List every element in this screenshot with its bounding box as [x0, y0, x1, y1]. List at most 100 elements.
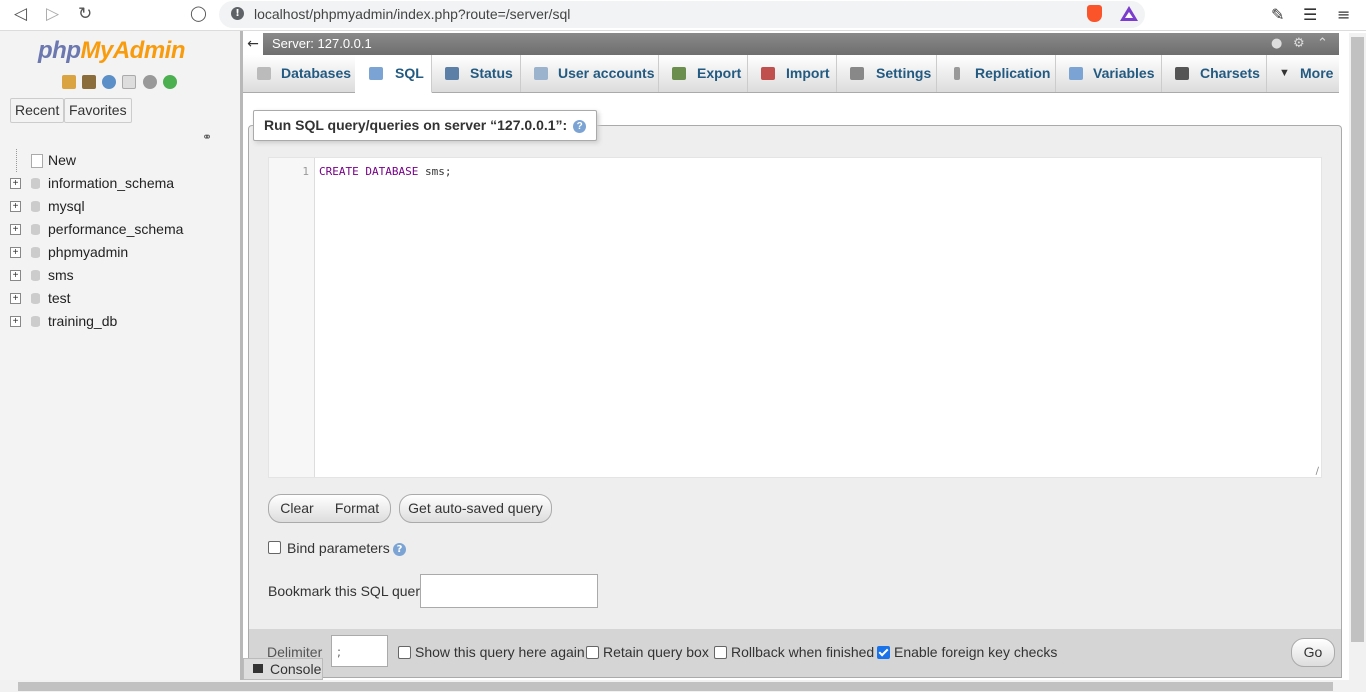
tab-import[interactable]: Import: [747, 55, 837, 92]
show-query-label[interactable]: Show this query here again: [415, 644, 585, 660]
recent-button[interactable]: Recent: [10, 98, 65, 123]
retain-box-label[interactable]: Retain query box: [603, 644, 709, 660]
home-icon[interactable]: [62, 74, 76, 89]
rollback-checkbox[interactable]: [714, 646, 727, 659]
show-query-checkbox[interactable]: [398, 646, 411, 659]
expand-icon[interactable]: +: [10, 247, 21, 258]
rollback-label[interactable]: Rollback when finished: [731, 644, 874, 660]
tree-item-label[interactable]: information_schema: [48, 172, 174, 195]
bind-parameters-checkbox[interactable]: [268, 541, 281, 554]
delimiter-input[interactable]: ;: [331, 635, 388, 667]
tab-more[interactable]: ▼ More: [1266, 55, 1339, 92]
charsets-icon: [1175, 67, 1189, 80]
console-toggle[interactable]: Console: [243, 658, 323, 680]
tab-charsets[interactable]: Charsets: [1161, 55, 1267, 92]
settings-gear-icon[interactable]: [142, 74, 157, 89]
help-icon[interactable]: [102, 74, 117, 89]
media-icon[interactable]: ☰: [1303, 5, 1317, 24]
tab-replication[interactable]: Replication: [936, 55, 1056, 92]
database-icon: [31, 270, 40, 281]
tree-item-label[interactable]: sms: [48, 264, 74, 287]
tree-item-label[interactable]: training_db: [48, 310, 117, 333]
bookmark-icon[interactable]: ◯: [190, 4, 207, 22]
back-icon[interactable]: ◁: [14, 4, 27, 24]
query-legend: Run SQL query/queries on server “127.0.0…: [253, 110, 598, 141]
tab-user-accounts[interactable]: User accounts: [520, 55, 659, 92]
tree-item-db[interactable]: + sms: [8, 264, 238, 287]
brave-rewards-icon[interactable]: [1120, 6, 1138, 21]
sql-editor[interactable]: 1 CREATE DATABASE sms; ∕: [268, 157, 1322, 478]
tree-item-db[interactable]: + phpmyadmin: [8, 241, 238, 264]
go-button[interactable]: Go: [1291, 638, 1335, 667]
scrollbar-thumb[interactable]: [1351, 37, 1364, 642]
sql-code[interactable]: CREATE DATABASE sms;: [319, 165, 451, 178]
forward-icon[interactable]: ▷: [46, 4, 59, 24]
tab-sql[interactable]: SQL: [355, 55, 432, 93]
tab-label: Charsets: [1200, 65, 1260, 81]
tree-item-db[interactable]: + training_db: [8, 310, 238, 333]
sql-keyword: DATABASE: [365, 165, 419, 178]
tab-export[interactable]: Export: [658, 55, 748, 92]
phpmyadmin-logo[interactable]: phpMyAdmin: [38, 37, 185, 65]
logout-icon[interactable]: [82, 74, 97, 89]
clear-button[interactable]: Clear: [268, 494, 326, 523]
tab-databases[interactable]: Databases: [243, 55, 356, 92]
help-icon[interactable]: ?: [393, 543, 406, 556]
nav-resizer[interactable]: [240, 31, 243, 680]
reload-icon[interactable]: ↻: [78, 4, 92, 24]
expand-icon[interactable]: +: [10, 224, 21, 235]
tree-item-db[interactable]: + performance_schema: [8, 218, 238, 241]
format-button[interactable]: Format: [324, 494, 391, 523]
tree-item-label[interactable]: New: [48, 149, 76, 172]
foreign-key-label[interactable]: Enable foreign key checks: [894, 644, 1057, 660]
scrollbar-thumb[interactable]: [18, 682, 1333, 691]
get-autosaved-query-button[interactable]: Get auto-saved query: [399, 494, 552, 523]
expand-icon[interactable]: +: [10, 270, 21, 281]
tab-status[interactable]: Status: [431, 55, 521, 92]
bookmark-input[interactable]: [420, 574, 598, 608]
brave-shield-icon[interactable]: [1087, 5, 1102, 22]
tree-item-label[interactable]: performance_schema: [48, 218, 183, 241]
sql-identifier: sms;: [424, 165, 452, 178]
tree-item-db[interactable]: + information_schema: [8, 172, 238, 195]
docs-icon[interactable]: [122, 74, 137, 89]
tree-item-label[interactable]: phpmyadmin: [48, 241, 128, 264]
page-settings-icon[interactable]: ⚙: [1293, 36, 1305, 51]
tree-item-db[interactable]: + test: [8, 287, 238, 310]
logo-myadmin: MyAdmin: [80, 37, 185, 64]
tree-item-db[interactable]: + mysql: [8, 195, 238, 218]
foreign-key-checkbox[interactable]: [877, 646, 890, 659]
site-info-icon[interactable]: !: [231, 7, 244, 20]
address-bar[interactable]: ! localhost/phpmyadmin/index.php?route=/…: [219, 1, 1145, 28]
horizontal-scrollbar[interactable]: [0, 680, 1366, 692]
collapse-top-icon[interactable]: ⌃: [1317, 36, 1328, 51]
bind-parameters-label[interactable]: Bind parameters: [287, 540, 390, 556]
expand-icon[interactable]: +: [10, 201, 21, 212]
expand-icon[interactable]: +: [10, 178, 21, 189]
server-title[interactable]: Server: 127.0.0.1: [272, 36, 372, 51]
tab-settings[interactable]: Settings: [836, 55, 937, 92]
tree-item-label[interactable]: mysql: [48, 195, 85, 218]
favorites-button[interactable]: Favorites: [64, 98, 132, 123]
vertical-scrollbar[interactable]: [1349, 33, 1366, 680]
tab-variables[interactable]: Variables: [1055, 55, 1162, 92]
collapse-nav-icon[interactable]: ←: [243, 33, 263, 55]
tab-label: Status: [470, 65, 513, 81]
lock-icon[interactable]: ●: [1271, 36, 1282, 51]
database-icon: [31, 224, 40, 235]
tree-item-new[interactable]: New: [8, 149, 238, 172]
expand-icon[interactable]: +: [10, 316, 21, 327]
retain-box-checkbox[interactable]: [586, 646, 599, 659]
reload-nav-icon[interactable]: [162, 74, 177, 89]
expand-icon[interactable]: +: [10, 293, 21, 304]
url-text[interactable]: localhost/phpmyadmin/index.php?route=/se…: [254, 6, 570, 22]
help-icon[interactable]: ?: [573, 119, 587, 133]
resize-handle-icon[interactable]: ∕: [1316, 466, 1319, 477]
legend-text: Run SQL query/queries on server “127.0.0…: [264, 117, 568, 133]
extensions-icon[interactable]: ✎: [1271, 5, 1284, 24]
menu-icon[interactable]: ≡: [1337, 5, 1350, 24]
nav-icon-bar: [62, 74, 179, 90]
link-with-main-icon[interactable]: ⚭: [202, 130, 212, 144]
database-icon: [31, 293, 40, 304]
tree-item-label[interactable]: test: [48, 287, 71, 310]
